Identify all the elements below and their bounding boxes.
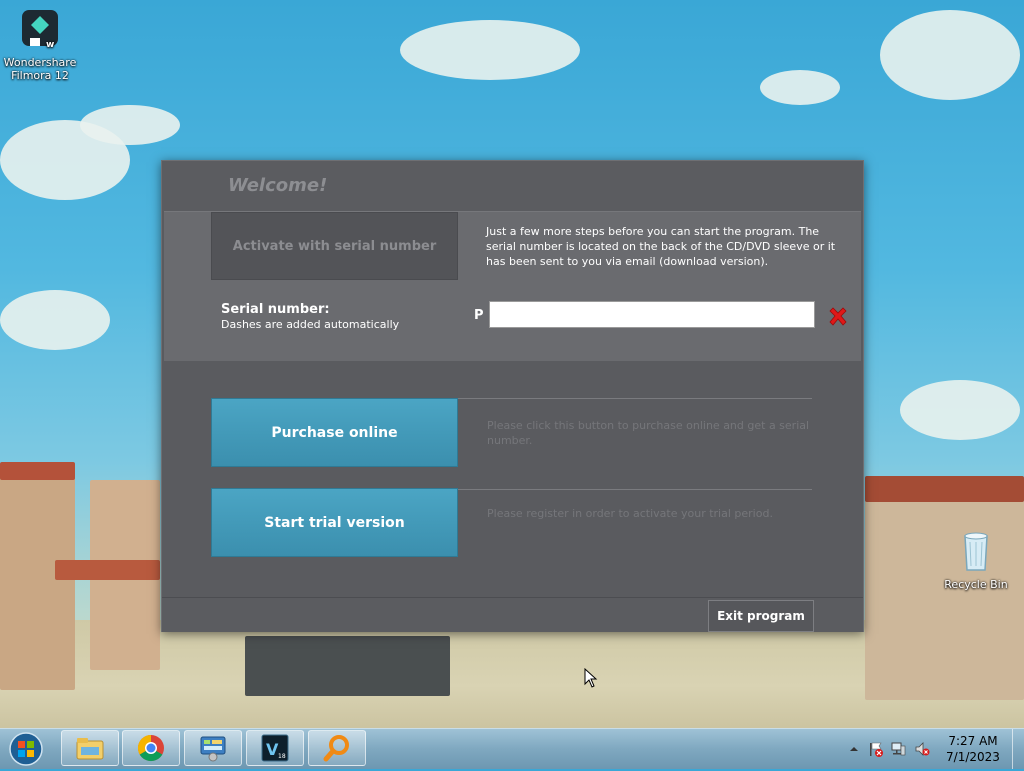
network-button[interactable] [890,741,906,757]
taskbar-clock[interactable]: 7:27 AM 7/1/2023 [936,733,1010,765]
activation-dialog: Welcome! Activate with serial number Jus… [161,160,864,632]
divider [456,489,812,490]
recycle-bin-icon [952,528,1000,576]
volume-button[interactable] [914,741,930,757]
taskbar: V 18 7:27 AM 7/1/2023 [0,728,1024,769]
trial-info-text: Please register in order to activate you… [487,507,773,520]
taskbar-search-app[interactable] [308,730,366,766]
vegas-icon: V 18 [261,734,289,762]
action-center-button[interactable] [868,741,884,757]
filmora-icon: w [16,6,64,54]
taskbar-file-explorer[interactable] [61,730,119,766]
desktop-icon-label: Wondershare [3,56,77,69]
exit-program-button[interactable]: Exit program [708,600,814,632]
activation-info-text: Just a few more steps before you can sta… [486,225,836,268]
divider [456,398,812,399]
clock-time: 7:27 AM [948,734,998,748]
dialog-footer: Exit program [162,597,863,632]
network-icon [891,742,906,756]
flag-icon [870,742,883,757]
start-trial-button[interactable]: Start trial version [211,488,458,557]
activate-serial-button[interactable]: Activate with serial number [211,212,458,280]
svg-text:18: 18 [278,753,286,760]
dialog-header: Welcome! [162,161,863,211]
red-x-icon [829,307,847,326]
show-desktop-button[interactable] [1012,729,1024,769]
taskbar-chrome[interactable] [122,730,180,766]
clock-date: 7/1/2023 [946,750,1000,764]
start-button[interactable] [6,731,46,767]
purchase-online-button[interactable]: Purchase online [211,398,458,467]
file-explorer-icon [76,738,104,760]
activation-panel: Activate with serial number Just a few m… [164,211,861,361]
show-hidden-icons-button[interactable] [846,741,862,757]
options-panel: Purchase online Please click this button… [164,362,861,595]
dialog-title: Welcome! [228,175,328,196]
serial-prefix: P [474,308,484,323]
clear-serial-button[interactable] [827,306,849,328]
mouse-cursor-icon [584,668,598,688]
volume-muted-icon [915,742,930,756]
start-orb-icon [9,732,43,766]
desktop-icon-recycle-bin[interactable]: Recycle Bin [936,528,1016,591]
desktop-icon-label: Recycle Bin [944,578,1008,591]
purchase-info-text: Please click this button to purchase onl… [487,419,810,447]
taskbar-control-panel[interactable] [184,730,242,766]
desktop-icon-filmora[interactable]: w Wondershare Filmora 12 [0,6,80,82]
desktop-icon-label: Filmora 12 [11,69,69,82]
svg-text:w: w [46,40,54,50]
chrome-icon [137,734,164,762]
up-arrow-icon [850,747,858,751]
serial-number-input[interactable] [489,301,815,328]
serial-number-label: Serial number: [221,302,330,317]
taskbar-vegas[interactable]: V 18 [246,730,304,766]
serial-number-hint: Dashes are added automatically [221,318,400,331]
control-panel-icon [200,736,226,762]
search-app-icon [323,735,349,762]
